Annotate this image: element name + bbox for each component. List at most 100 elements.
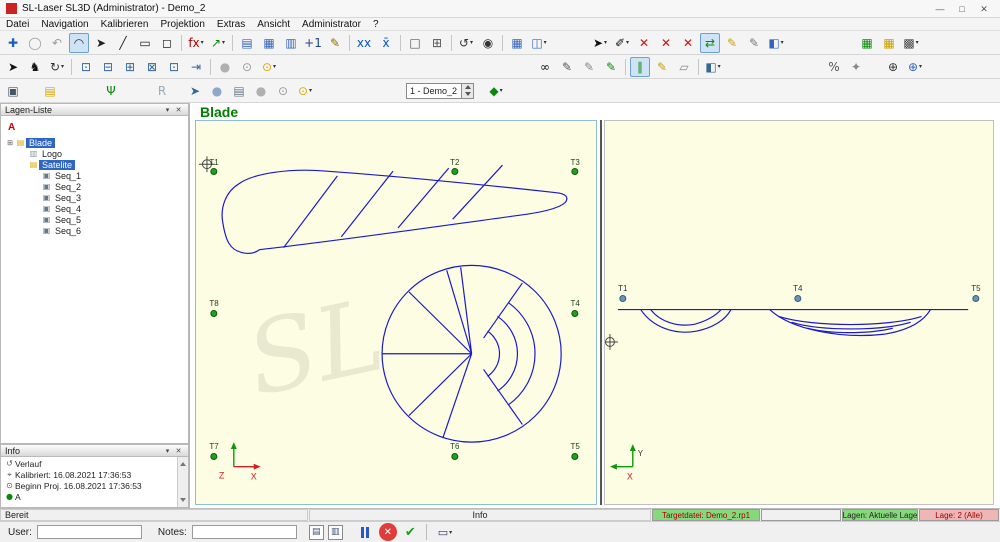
target-dot[interactable]	[451, 453, 458, 460]
projector-view-2[interactable]: ⊟	[98, 57, 118, 77]
pin-icon[interactable]: ▾	[162, 106, 173, 114]
lamp-yellow[interactable]: ⊙	[259, 57, 279, 77]
dropdown-caret-icon[interactable]	[201, 39, 204, 46]
info-scrollbar[interactable]	[177, 457, 188, 507]
target-dot[interactable]	[572, 453, 579, 460]
target-dot[interactable]	[451, 168, 458, 175]
pencil-check[interactable]: ✎	[601, 57, 621, 77]
tree-item-seq-1[interactable]: ▣ Seq_1	[1, 170, 188, 181]
printer[interactable]: ▤	[229, 81, 249, 101]
transform-tool[interactable]: ✚	[3, 33, 23, 53]
pointer-tool[interactable]: ➤	[91, 33, 111, 53]
dropdown-caret-icon[interactable]	[916, 39, 919, 46]
menu-projektion[interactable]: Projektion	[154, 19, 210, 30]
function-fx[interactable]: fx	[186, 33, 206, 53]
dropdown-caret-icon[interactable]	[544, 39, 547, 46]
menu-kalibrieren[interactable]: Kalibrieren	[95, 19, 155, 30]
tree-expander-icon[interactable]: ⊞	[5, 139, 15, 147]
delete-all[interactable]: ✕	[678, 33, 698, 53]
menu-datei[interactable]: Datei	[0, 19, 35, 30]
confirm-button[interactable]: ✔	[405, 525, 416, 540]
table-yellow[interactable]: ▦	[879, 33, 899, 53]
dropdown-caret-icon[interactable]	[449, 529, 452, 536]
close-icon[interactable]: ✕	[173, 106, 184, 114]
dropdown-caret-icon[interactable]	[470, 39, 473, 46]
grid-blue-1[interactable]: ▤	[237, 33, 257, 53]
monitor-button[interactable]: ▭	[435, 524, 455, 541]
tree-item-satelite[interactable]: ▤ Satelite	[1, 159, 188, 170]
dropdown-caret-icon[interactable]	[781, 39, 784, 46]
target-dot[interactable]	[211, 453, 218, 460]
arc-undo-tool[interactable]: ↶	[47, 33, 67, 53]
circle-tool[interactable]: ◯	[25, 33, 45, 53]
projector-view-1[interactable]: ⊡	[76, 57, 96, 77]
callout-tool[interactable]: ◻	[157, 33, 177, 53]
swap-layers[interactable]: ⇄	[700, 33, 720, 53]
note-list[interactable]: ▥	[328, 525, 343, 540]
rounded-rect-tool[interactable]: ▭	[135, 33, 155, 53]
add-one[interactable]: +1	[303, 33, 323, 53]
pin-icon[interactable]: ▾	[162, 447, 173, 455]
laser-projector[interactable]: ▣	[3, 81, 23, 101]
dropdown-caret-icon[interactable]	[273, 63, 276, 70]
menu-ansicht[interactable]: Ansicht	[251, 19, 296, 30]
menu-administrator[interactable]: Administrator	[296, 19, 367, 30]
target-dot[interactable]	[211, 168, 218, 175]
tree-item-seq-5[interactable]: ▣ Seq_5	[1, 214, 188, 225]
dropdown-caret-icon[interactable]	[309, 87, 312, 94]
scroll-down-icon[interactable]	[180, 498, 186, 507]
pencil-gray[interactable]: ✎	[744, 33, 764, 53]
pencil-slash-1[interactable]: ✎	[557, 57, 577, 77]
screen-blue[interactable]: ◧	[703, 57, 723, 77]
sphere-gray[interactable]: ●	[215, 57, 235, 77]
minimize-button[interactable]: —	[930, 2, 950, 16]
tree-item-seq-2[interactable]: ▣ Seq_2	[1, 181, 188, 192]
lamp-off[interactable]: ⊙	[273, 81, 293, 101]
layout-grid[interactable]: ▦	[507, 33, 527, 53]
animal-pan-tool[interactable]: ♞	[25, 57, 45, 77]
dropdown-caret-icon[interactable]	[222, 39, 225, 46]
tree-item-seq-4[interactable]: ▣ Seq_4	[1, 203, 188, 214]
window-blue[interactable]: ◧	[766, 33, 786, 53]
menu-help[interactable]: ?	[367, 19, 385, 30]
zoom-in[interactable]: ⊕	[883, 57, 903, 77]
scroll-up-icon[interactable]	[180, 457, 186, 466]
grid-blue-2[interactable]: ▦	[259, 33, 279, 53]
rotate-ccw[interactable]: ↺	[456, 33, 476, 53]
dropdown-caret-icon[interactable]	[61, 63, 64, 70]
user-input[interactable]	[37, 525, 142, 539]
projector-view-5[interactable]: ⊡	[164, 57, 184, 77]
transform-green[interactable]: ↗	[208, 33, 228, 53]
reset-r[interactable]: R	[152, 81, 172, 101]
menu-navigation[interactable]: Navigation	[35, 19, 94, 30]
dropdown-caret-icon[interactable]	[626, 39, 629, 46]
target-dot[interactable]	[572, 310, 579, 317]
history-clock[interactable]: ◉	[478, 33, 498, 53]
note-attach[interactable]: ▤	[309, 525, 324, 540]
pencil-line[interactable]: ✎	[325, 33, 345, 53]
pick-target[interactable]: ➤	[185, 81, 205, 101]
main-view[interactable]: SL	[195, 120, 597, 505]
select-black[interactable]: ➤	[590, 33, 610, 53]
target-dot[interactable]	[619, 295, 626, 302]
parallel-green[interactable]: ∥	[630, 57, 650, 77]
spin-down-icon[interactable]	[462, 91, 473, 98]
close-button[interactable]: ✕	[974, 2, 994, 16]
side-view[interactable]: Y X T1 T4 T5	[604, 120, 994, 505]
projector-view-3[interactable]: ⊞	[120, 57, 140, 77]
antenna[interactable]: Ψ	[101, 81, 121, 101]
projector-combo[interactable]: 1 - Demo_2	[406, 83, 462, 99]
maximize-button[interactable]: □	[952, 2, 972, 16]
arc-tool[interactable]: ◠	[69, 33, 89, 53]
select-add[interactable]: ⊞	[427, 33, 447, 53]
sphere-blue[interactable]: ●	[207, 81, 227, 101]
projector-view-4[interactable]: ⊠	[142, 57, 162, 77]
target-dot[interactable]	[211, 310, 218, 317]
eraser[interactable]: ▱	[674, 57, 694, 77]
grid-menu[interactable]: ▩	[901, 33, 921, 53]
close-icon[interactable]: ✕	[173, 447, 184, 455]
table-green[interactable]: ▦	[857, 33, 877, 53]
rotate-view[interactable]: ↻	[47, 57, 67, 77]
tree-item-seq-3[interactable]: ▣ Seq_3	[1, 192, 188, 203]
menu-extras[interactable]: Extras	[211, 19, 251, 30]
